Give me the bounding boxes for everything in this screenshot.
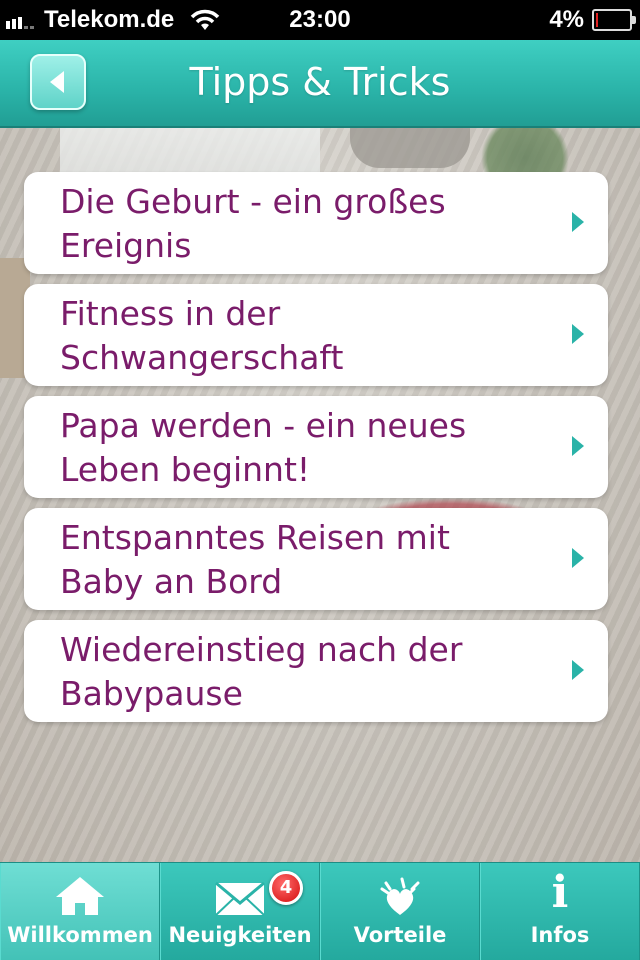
wifi-icon xyxy=(191,9,220,30)
list-item[interactable]: Fitness in der Schwangerschaft xyxy=(24,284,608,386)
chevron-right-icon xyxy=(572,548,584,568)
list-item-label-line2: Schwangerschaft xyxy=(60,338,344,377)
list-item-label-line2: Leben beginnt! xyxy=(60,450,311,489)
status-bar: Telekom.de 23:00 4% xyxy=(0,0,640,40)
battery-percent: 4% xyxy=(549,6,584,33)
tips-list: Die Geburt - ein großes Ereignis Fitness… xyxy=(24,172,608,732)
notification-badge: 4 xyxy=(269,871,303,905)
list-item[interactable]: Entspanntes Reisen mit Baby an Bord xyxy=(24,508,608,610)
chevron-right-icon xyxy=(572,436,584,456)
list-item-label: Fitness in der Schwangerschaft xyxy=(60,292,530,380)
list-item-label-line1: Fitness in der xyxy=(60,294,281,333)
home-icon xyxy=(56,877,104,915)
list-item-label-line2: Babypause xyxy=(60,674,243,713)
tab-label: Willkommen xyxy=(7,923,153,947)
list-item-label-line2: Ereignis xyxy=(60,226,192,265)
tab-bar: Willkommen 4 Neuigkeiten Vorteile i Info… xyxy=(0,862,640,960)
tab-label: Vorteile xyxy=(353,923,447,947)
back-button[interactable] xyxy=(30,54,86,110)
page-title: Tipps & Tricks xyxy=(189,60,451,104)
mail-icon xyxy=(215,881,265,916)
list-item-label-line1: Entspanntes Reisen mit xyxy=(60,518,450,557)
signal-strength-icon xyxy=(6,11,34,29)
list-item[interactable]: Die Geburt - ein großes Ereignis xyxy=(24,172,608,274)
list-item[interactable]: Papa werden - ein neues Leben beginnt! xyxy=(24,396,608,498)
carrier-name: Telekom.de xyxy=(44,6,175,33)
list-item-label: Papa werden - ein neues Leben beginnt! xyxy=(60,404,530,492)
status-left: Telekom.de xyxy=(6,6,220,34)
back-arrow-icon xyxy=(50,71,64,93)
background-photo-pot xyxy=(350,128,470,168)
tab-vorteile[interactable]: Vorteile xyxy=(320,863,480,960)
list-item-label-line1: Wiedereinstieg nach der xyxy=(60,630,463,669)
tab-label: Infos xyxy=(530,923,590,947)
battery-icon xyxy=(592,9,636,31)
status-right: 4% xyxy=(549,6,636,34)
list-item-label-line2: Baby an Bord xyxy=(60,562,283,601)
list-item-label-line1: Papa werden - ein neues xyxy=(60,406,467,445)
navigation-bar: Tipps & Tricks xyxy=(0,40,640,128)
list-item-label-line1: Die Geburt - ein großes xyxy=(60,182,446,221)
tab-infos[interactable]: i Infos xyxy=(480,863,640,960)
list-item-label: Die Geburt - ein großes Ereignis xyxy=(60,180,530,268)
heart-hands-icon xyxy=(380,877,420,915)
list-item-label: Wiedereinstieg nach der Babypause xyxy=(60,628,530,716)
content-area: Die Geburt - ein großes Ereignis Fitness… xyxy=(0,128,640,862)
tab-neuigkeiten[interactable]: 4 Neuigkeiten xyxy=(160,863,320,960)
chevron-right-icon xyxy=(572,660,584,680)
list-item[interactable]: Wiedereinstieg nach der Babypause xyxy=(24,620,608,722)
tab-willkommen[interactable]: Willkommen xyxy=(0,863,160,960)
chevron-right-icon xyxy=(572,212,584,232)
tab-label: Neuigkeiten xyxy=(168,923,312,947)
info-icon: i xyxy=(551,867,569,918)
chevron-right-icon xyxy=(572,324,584,344)
list-item-label: Entspanntes Reisen mit Baby an Bord xyxy=(60,516,530,604)
battery-level-fill xyxy=(596,13,598,27)
